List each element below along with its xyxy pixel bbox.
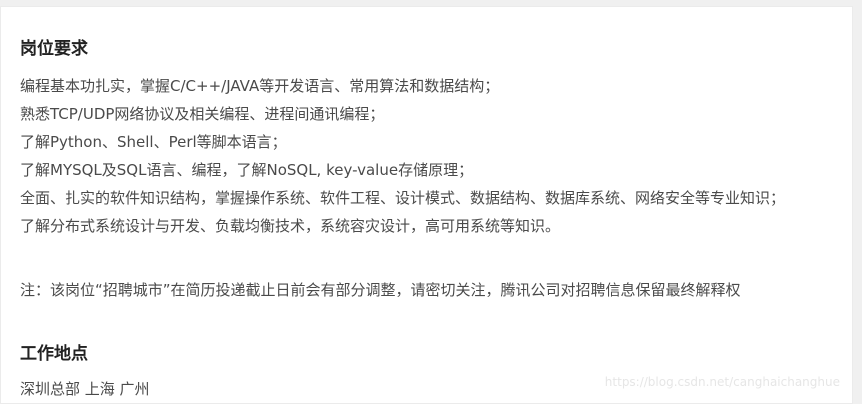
requirement-line-6: 了解分布式系统设计与开发、负载均衡技术，系统容灾设计，高可用系统等知识。: [20, 217, 561, 235]
job-detail-card: 岗位要求 编程基本功扎实，掌握C/C++/JAVA等开发语言、常用算法和数据结构…: [0, 6, 853, 404]
recruitment-note: 注：该岗位“招聘城市”在简历投递截止日前会有部分调整，请密切关注，腾讯公司对招聘…: [20, 281, 741, 299]
watermark-text: https://blog.csdn.net/canghaichanghue: [604, 375, 840, 389]
requirement-line-3: 了解Python、Shell、Perl等脚本语言；: [20, 133, 287, 151]
location-heading: 工作地点: [20, 344, 88, 364]
requirement-line-1: 编程基本功扎实，掌握C/C++/JAVA等开发语言、常用算法和数据结构；: [20, 77, 500, 95]
requirement-line-4: 了解MYSQL及SQL语言、编程，了解NoSQL, key-value存储原理；: [20, 161, 474, 179]
requirement-line-5: 全面、扎实的软件知识结构，掌握操作系统、软件工程、设计模式、数据结构、数据库系统…: [20, 189, 786, 207]
requirements-heading: 岗位要求: [20, 39, 88, 59]
location-value: 深圳总部 上海 广州: [20, 380, 150, 398]
requirement-line-2: 熟悉TCP/UDP网络协议及相关编程、进程间通讯编程；: [20, 105, 385, 123]
